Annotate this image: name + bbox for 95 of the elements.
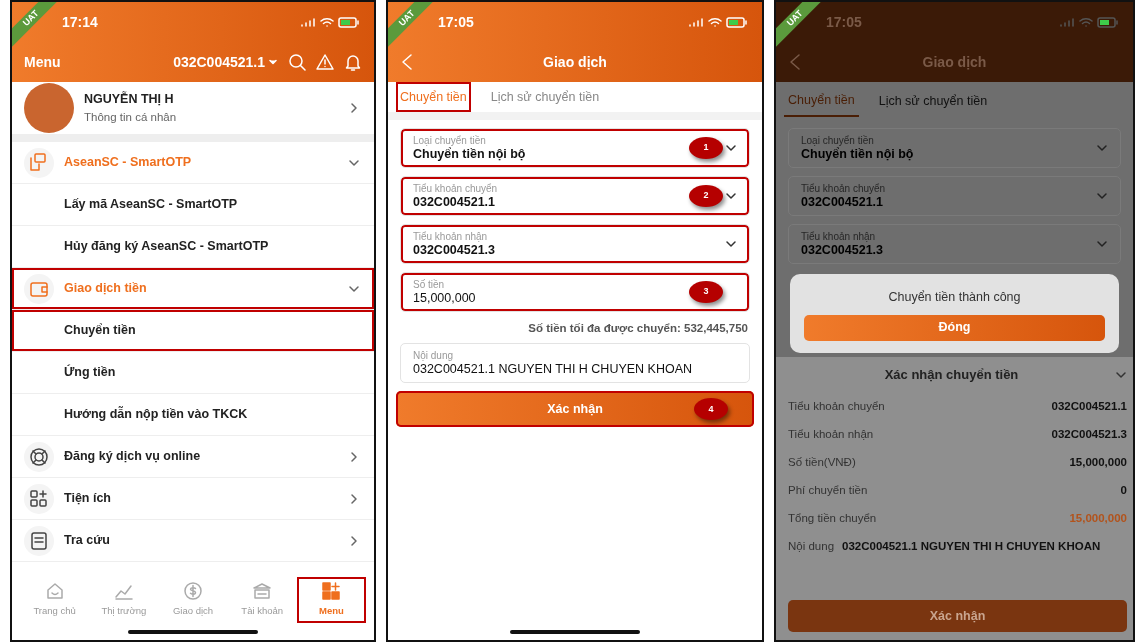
bank-icon: [252, 581, 273, 602]
bell-icon[interactable]: [344, 53, 362, 71]
wifi-icon: [708, 17, 722, 27]
dollar-coin-icon: [183, 581, 203, 602]
screen-title: Giao dịch: [542, 52, 608, 72]
field-label: Nội dung: [413, 349, 454, 362]
dropdown-field[interactable]: Tiểu khoản nhận 032C004521.3: [400, 224, 750, 264]
profile-item[interactable]: NGUYỄN THỊ H Thông tin cá nhân: [12, 82, 374, 142]
status-time: 17:05: [438, 12, 474, 32]
grid-plus-icon: [28, 487, 50, 510]
max-amount-note: Số tiền tối đa được chuyển: 532,445,750: [527, 321, 749, 337]
row-value: 0: [1120, 482, 1127, 498]
dropdown-field[interactable]: Loại chuyển tiền Chuyển tiền nội bộ: [788, 128, 1121, 168]
field-value: 032C004521.1: [801, 194, 884, 210]
amount-field[interactable]: Số tiền 15,000,000 3: [400, 272, 750, 312]
field-label: Loại chuyển tiền: [413, 134, 486, 147]
back-icon[interactable]: [400, 53, 414, 71]
row-label: Tổng tiền chuyển: [788, 510, 877, 526]
battery-icon: [726, 16, 748, 28]
bottom-tab[interactable]: Menu: [296, 577, 366, 623]
row-label: Tiểu khoản chuyển: [788, 398, 885, 414]
chevron-right-icon: [348, 450, 360, 463]
chevron-down-icon: [725, 238, 737, 250]
row-value: 032C004521.1: [1051, 398, 1127, 414]
profile-name: NGUYỄN THỊ H: [84, 90, 175, 108]
signal-icon: [1059, 17, 1075, 27]
screen-title: Giao dịch: [921, 52, 988, 72]
avatar-image: [24, 83, 74, 133]
row-value: 032C004521.1 NGUYEN THI H CHUYEN KHOAN: [842, 538, 1101, 554]
wifi-icon: [320, 17, 334, 27]
tab[interactable]: Chuyển tiền: [784, 84, 859, 118]
field-label: Tiểu khoản chuyển: [801, 182, 886, 195]
confirm-button[interactable]: Xác nhận: [788, 600, 1127, 632]
row-label: Số tiền(VNĐ): [788, 454, 856, 470]
field-label: Tiểu khoản nhận: [801, 230, 876, 243]
warning-icon[interactable]: [316, 53, 334, 71]
content-field[interactable]: Nội dung 032C004521.1 NGUYEN THI H CHUYEN KHOAN: [400, 343, 750, 384]
close-button[interactable]: Đóng: [804, 314, 1105, 341]
chevron-right-icon: [348, 534, 360, 547]
field-label: Số tiền: [413, 278, 445, 291]
profile-subtitle: Thông tin cá nhân: [84, 109, 178, 125]
caret-icon: [269, 59, 277, 65]
field-value: 032C004521.3: [801, 242, 884, 258]
signal-icon: [688, 17, 704, 27]
step-marker: 2: [689, 185, 723, 207]
row-value: 032C004521.3: [1051, 426, 1127, 442]
field-value: 032C004521.1 NGUYEN THI H CHUYEN KHOAN: [413, 361, 693, 377]
account-selector[interactable]: 032C004521.1: [172, 50, 278, 74]
sheet-title: Xác nhận chuyển tiền: [883, 365, 1020, 384]
dropdown-field[interactable]: Tiểu khoản chuyển 032C004521.1 2: [400, 176, 750, 216]
search-icon[interactable]: [288, 53, 306, 71]
chevron-down-icon: [1096, 190, 1108, 202]
field-label: Loại chuyển tiền: [801, 134, 874, 147]
dropdown-field[interactable]: Loại chuyển tiền Chuyển tiền nội bộ 1: [400, 128, 750, 168]
confirm-button[interactable]: Xác nhận 4: [396, 391, 754, 428]
tab[interactable]: Chuyển tiền: [396, 81, 471, 113]
chevron-right-icon: [348, 102, 360, 114]
signal-icon: [300, 17, 316, 27]
chevron-down-icon: [1096, 238, 1108, 250]
dropdown-field[interactable]: Tiểu khoản chuyển 032C004521.1: [788, 176, 1121, 216]
wifi-icon: [1079, 17, 1093, 27]
tab[interactable]: Lịch sử chuyển tiền: [874, 85, 992, 117]
chevron-right-icon: [348, 492, 360, 505]
grid-plus-icon: [321, 581, 342, 602]
status-time: 17:14: [62, 12, 98, 32]
row-label: Phí chuyển tiền: [788, 482, 868, 498]
dialog-message: Chuyển tiền thành công: [887, 289, 1022, 306]
field-value: Chuyển tiền nội bộ: [413, 146, 526, 162]
row-value: 15,000,000: [1069, 454, 1127, 470]
dropdown-field[interactable]: Tiểu khoản nhận 032C004521.3: [788, 224, 1121, 264]
tab[interactable]: Lịch sử chuyển tiền: [486, 81, 604, 113]
row-value: 15,000,000: [1069, 510, 1127, 526]
chevron-down-icon: [725, 142, 737, 154]
chevron-down-icon: [725, 190, 737, 202]
field-label: Tiểu khoản nhận: [413, 230, 488, 243]
chevron-down-icon: [1096, 142, 1108, 154]
lifebuoy-icon: [28, 445, 50, 468]
back-icon[interactable]: [788, 53, 802, 71]
field-value: 15,000,000: [413, 290, 476, 306]
field-value: 032C004521.1: [413, 194, 496, 210]
step-marker: 4: [694, 398, 728, 421]
field-label: Tiểu khoản chuyển: [413, 182, 498, 195]
row-label: Nội dung: [788, 538, 835, 554]
field-value: 032C004521.3: [413, 242, 496, 258]
step-marker: 3: [689, 281, 723, 303]
row-label: Tiểu khoản nhận: [788, 426, 874, 442]
battery-icon: [1097, 16, 1119, 28]
house-icon: [44, 581, 65, 602]
submenu-item[interactable]: Chuyển tiền: [12, 310, 374, 352]
screen-title: Menu: [24, 52, 61, 72]
battery-icon: [338, 16, 360, 28]
menu-section[interactable]: Giao dịch tiền: [12, 268, 374, 310]
status-time: 17:05: [826, 12, 862, 32]
document-icon: [28, 529, 50, 552]
step-marker: 1: [689, 137, 723, 159]
